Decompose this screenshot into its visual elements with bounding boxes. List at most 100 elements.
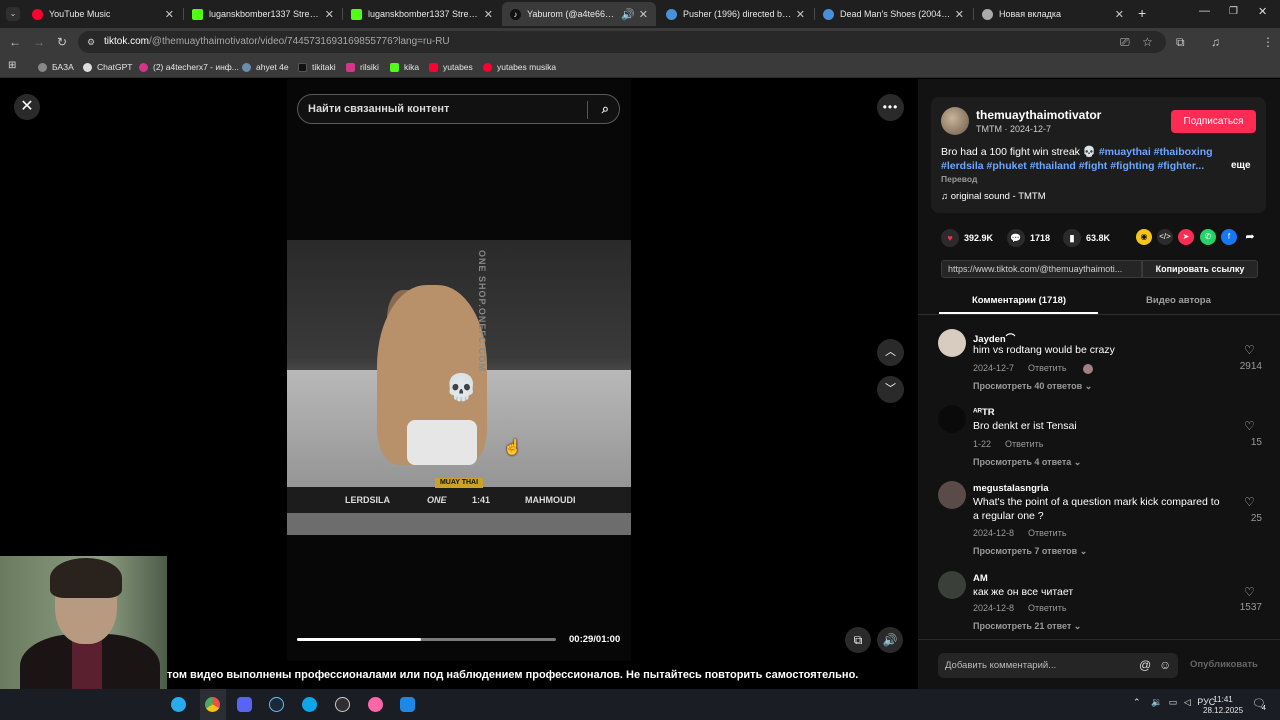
menu-kebab-icon[interactable]: ⋮ <box>1262 28 1274 56</box>
osu-taskbar-icon[interactable] <box>368 697 383 712</box>
comment-like-icon[interactable]: ♡ <box>1244 419 1255 433</box>
close-tab-icon[interactable]: ✕ <box>1115 8 1124 21</box>
browser-tab-3[interactable]: luganskbomber1337 Stream - V✕ <box>343 2 501 26</box>
previous-video-button[interactable]: ︿ <box>877 339 904 366</box>
tab-search-icon[interactable]: ⌄ <box>6 7 20 21</box>
video-link-field[interactable]: https://www.tiktok.com/@themuaythaimoti.… <box>941 260 1142 278</box>
restore-window-icon[interactable]: ❐ <box>1229 6 1238 17</box>
forward-arrow-icon[interactable]: → <box>33 28 45 56</box>
tab-comments[interactable]: Комментарии (1718) <box>972 295 1066 306</box>
bookmark-tikitaki[interactable]: tikitaki <box>298 60 336 74</box>
minimize-window-icon[interactable]: — <box>1199 5 1210 17</box>
mention-icon[interactable]: @ <box>1139 653 1151 678</box>
speaker-tray-icon[interactable]: ◁ <box>1184 697 1191 707</box>
view-replies-link[interactable]: Просмотреть 21 ответ ⌄ <box>973 621 1081 632</box>
close-tab-icon[interactable]: ✕ <box>325 8 334 21</box>
comment-stat[interactable]: 💬 1718 <box>1007 229 1050 247</box>
caption-more-link[interactable]: еще <box>1231 160 1251 171</box>
post-comment-button[interactable]: Опубликовать <box>1190 659 1258 670</box>
network-tray-icon[interactable]: ▭ <box>1169 697 1178 707</box>
author-name[interactable]: themuaythaimotivator <box>976 108 1101 122</box>
bookmark-chatgpt[interactable]: ChatGPT <box>83 60 132 74</box>
edge-taskbar-icon[interactable] <box>302 697 317 712</box>
close-tab-icon[interactable]: ✕ <box>955 8 964 21</box>
media-controls-icon[interactable]: ♫ <box>1211 28 1220 56</box>
comment-like-icon[interactable]: ♡ <box>1244 495 1255 509</box>
volume-tray-icon[interactable]: 🔉 <box>1151 697 1162 707</box>
volume-button[interactable]: 🔊 <box>877 627 903 653</box>
facebook-icon[interactable]: f <box>1221 229 1237 245</box>
browser-tab-active[interactable]: ♪ Yaburom (@a4te666) | TikTo 🔊✕ <box>502 2 656 26</box>
copy-link-button[interactable]: Копировать ссылку <box>1142 260 1258 278</box>
author-avatar[interactable] <box>941 107 969 135</box>
browser-tab-7[interactable]: Новая вкладка ✕ <box>974 2 1132 26</box>
browser-tab-5[interactable]: Pusher (1996) directed by Nicol✕ <box>658 2 813 26</box>
close-tab-icon[interactable]: ✕ <box>639 8 648 21</box>
view-replies-link[interactable]: Просмотреть 40 ответов ⌄ <box>973 381 1092 392</box>
discord-taskbar-icon[interactable] <box>237 697 252 712</box>
sound-link[interactable]: ♫ original sound - TMTM <box>941 191 1046 202</box>
apps-grid-icon[interactable]: ⊞ <box>8 60 16 71</box>
comment-avatar[interactable] <box>938 329 966 357</box>
audio-playing-icon[interactable]: 🔊 <box>621 8 635 21</box>
browser-tab-1[interactable]: YouTube Music ✕ <box>24 2 182 26</box>
bookmark-kika[interactable]: kika <box>390 60 419 74</box>
comment-avatar[interactable] <box>938 405 966 433</box>
steam-taskbar-icon[interactable] <box>269 697 284 712</box>
emoji-icon[interactable]: ☺ <box>1159 653 1171 678</box>
whatsapp-icon[interactable]: ✆ <box>1200 229 1216 245</box>
close-tab-icon[interactable]: ✕ <box>165 8 174 21</box>
tray-chevron-icon[interactable]: ⌃ <box>1133 697 1141 707</box>
bookmark-yutabes[interactable]: yutabes <box>429 60 473 74</box>
bookmark-star-icon[interactable]: ☆ <box>1142 28 1153 56</box>
translate-link[interactable]: Перевод <box>941 174 977 184</box>
next-video-button[interactable]: ﹀ <box>877 376 904 403</box>
close-window-icon[interactable]: ✕ <box>1258 5 1267 18</box>
cast-icon[interactable]: ⎚ <box>1120 28 1130 56</box>
browser-tab-2[interactable]: luganskbomber1337 Stream - K✕ <box>184 2 342 26</box>
bookmark-yutabes-musika[interactable]: yutabes musika <box>483 60 556 74</box>
comment-username[interactable]: AM <box>973 573 988 584</box>
close-tab-icon[interactable]: ✕ <box>796 8 805 21</box>
close-video-button[interactable]: ✕ <box>14 94 40 120</box>
new-tab-button[interactable]: + <box>1138 5 1146 21</box>
embed-code-icon[interactable]: </> <box>1157 229 1173 245</box>
comment-username[interactable]: ᴬᴿTR <box>973 407 995 418</box>
bookmark-rilsiki[interactable]: rilsiki <box>346 60 379 74</box>
picture-in-picture-button[interactable]: ⧉ <box>845 627 871 653</box>
monitor-app-taskbar-icon[interactable] <box>400 697 415 712</box>
view-replies-link[interactable]: Просмотреть 4 ответа ⌄ <box>973 457 1081 468</box>
follow-button[interactable]: Подписаться <box>1171 110 1256 133</box>
reload-icon[interactable]: ↻ <box>57 28 67 56</box>
bookmark-ahyet[interactable]: ahyet 4e <box>242 60 289 74</box>
reply-link[interactable]: Ответить <box>1028 603 1066 613</box>
comment-username[interactable]: megustalasngria <box>973 483 1049 494</box>
like-stat[interactable]: ♥ 392.9K <box>941 229 993 247</box>
close-tab-icon[interactable]: ✕ <box>484 8 493 21</box>
comment-input[interactable]: Добавить комментарий... @ ☺ <box>938 653 1178 678</box>
comment-like-icon[interactable]: ♡ <box>1244 343 1255 357</box>
tab-creator-videos[interactable]: Видео автора <box>1146 295 1211 306</box>
system-clock[interactable]: 11:41 28.12.2025 <box>1203 694 1243 716</box>
reply-link[interactable]: Ответить <box>1028 363 1066 373</box>
view-replies-link[interactable]: Просмотреть 7 ответов ⌄ <box>973 546 1087 557</box>
video-progress-bar[interactable] <box>297 638 556 641</box>
address-bar[interactable]: ⚙ tiktok.com/@themuaythaimotivator/video… <box>78 31 1166 53</box>
send-icon[interactable]: ➤ <box>1178 229 1194 245</box>
save-stat[interactable]: ▮ 63.8K <box>1063 229 1110 247</box>
site-info-icon[interactable]: ⚙ <box>87 31 95 53</box>
reply-link[interactable]: Ответить <box>1028 528 1066 538</box>
bookmark-baza[interactable]: БАЗА <box>38 60 74 74</box>
related-search-input[interactable]: Найти связанный контент ⌕ <box>297 94 620 124</box>
telegram-taskbar-icon[interactable] <box>171 697 186 712</box>
extensions-icon[interactable]: ⧉ <box>1176 28 1185 56</box>
share-arrow-icon[interactable]: ➦ <box>1242 229 1258 245</box>
share-coin-icon[interactable]: ◉ <box>1136 229 1152 245</box>
comment-avatar[interactable] <box>938 571 966 599</box>
reply-link[interactable]: Ответить <box>1005 439 1043 449</box>
comment-avatar[interactable] <box>938 481 966 509</box>
back-arrow-icon[interactable]: ← <box>9 28 21 56</box>
search-icon[interactable]: ⌕ <box>602 95 609 123</box>
comment-like-icon[interactable]: ♡ <box>1244 585 1255 599</box>
bookmark-a4techerx7[interactable]: (2) a4techerx7 - инф... <box>139 60 239 74</box>
